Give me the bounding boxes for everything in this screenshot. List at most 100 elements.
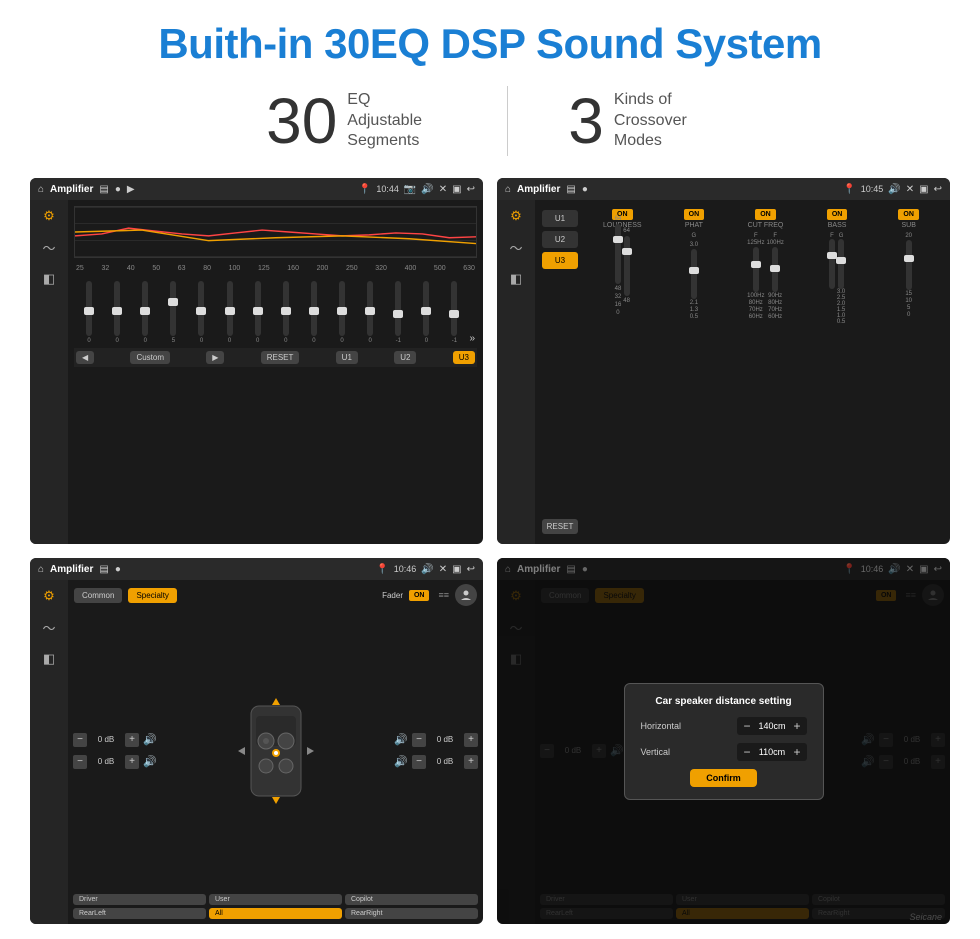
- bass-slider2[interactable]: [838, 239, 844, 289]
- volume-icon-1[interactable]: 🔊: [421, 184, 433, 195]
- rl-plus-btn[interactable]: +: [125, 755, 139, 769]
- camera-icon-1[interactable]: 📷: [404, 184, 416, 195]
- vol-icon-2[interactable]: ◧: [510, 271, 522, 287]
- phat-slider[interactable]: [691, 249, 697, 299]
- fl-plus-btn[interactable]: +: [125, 733, 139, 747]
- eq-slider-track[interactable]: [423, 281, 429, 336]
- eq-icon-1[interactable]: ⚙: [43, 208, 55, 224]
- vertical-minus-btn[interactable]: −: [743, 745, 750, 759]
- all-zone-btn[interactable]: All: [209, 908, 342, 919]
- menu-icon-2[interactable]: ▤: [566, 184, 575, 195]
- wave-icon-2[interactable]: 〜: [509, 238, 522, 257]
- eq-u1-btn[interactable]: U1: [336, 351, 358, 364]
- cutfreq-toggle[interactable]: ON: [755, 209, 776, 220]
- back-icon-3[interactable]: ↩: [467, 564, 475, 575]
- rl-minus-btn[interactable]: −: [73, 755, 87, 769]
- eq-slider-track[interactable]: [170, 281, 176, 336]
- freq-label: 25: [76, 265, 84, 272]
- cutfreq-slider2[interactable]: [772, 247, 778, 292]
- rr-minus-btn[interactable]: −: [412, 755, 426, 769]
- user-zone-btn[interactable]: User: [209, 894, 342, 905]
- fader-toggle[interactable]: ON: [409, 590, 430, 601]
- eq-slider-track[interactable]: [311, 281, 317, 336]
- eq-slider-track[interactable]: [86, 281, 92, 336]
- phat-toggle[interactable]: ON: [684, 209, 705, 220]
- rr-plus-btn[interactable]: +: [464, 755, 478, 769]
- home-icon-2[interactable]: ⌂: [505, 184, 511, 195]
- eq-slider-track[interactable]: [198, 281, 204, 336]
- fl-minus-btn[interactable]: −: [73, 733, 87, 747]
- dsp-reset-btn[interactable]: RESET: [542, 519, 578, 534]
- screen-icon-2[interactable]: ▣: [919, 184, 928, 195]
- copilot-zone-btn[interactable]: Copilot: [345, 894, 478, 905]
- fr-minus-btn[interactable]: −: [412, 733, 426, 747]
- eq-reset-btn[interactable]: RESET: [261, 351, 300, 364]
- dsp-u2-btn[interactable]: U2: [542, 231, 578, 248]
- rearleft-zone-btn[interactable]: RearLeft: [73, 908, 206, 919]
- loudness-slider2[interactable]: [624, 236, 630, 296]
- eq-next-btn[interactable]: ▶: [206, 351, 224, 364]
- eq-slider-track[interactable]: [451, 281, 457, 336]
- eq-slider-track[interactable]: [395, 281, 401, 336]
- wave-icon-1[interactable]: 〜: [42, 238, 55, 257]
- horizontal-minus-btn[interactable]: −: [743, 719, 750, 733]
- driver-zone-btn[interactable]: Driver: [73, 894, 206, 905]
- vol-icon-1[interactable]: ◧: [43, 271, 55, 287]
- eq-slider-track[interactable]: [114, 281, 120, 336]
- stat-block-eq: 30 EQ Adjustable Segments: [206, 89, 507, 153]
- eq-icon-2[interactable]: ⚙: [510, 208, 522, 224]
- dsp-channels: ON LOUDNESS 64 48 32 16 0: [585, 205, 946, 539]
- common-tab[interactable]: Common: [74, 588, 122, 603]
- dialog-box: Car speaker distance setting Horizontal …: [624, 683, 824, 800]
- home-icon-3[interactable]: ⌂: [38, 564, 44, 575]
- cutfreq-slider1[interactable]: [753, 247, 759, 292]
- fr-plus-btn[interactable]: +: [464, 733, 478, 747]
- volume-icon-3[interactable]: 🔊: [421, 564, 433, 575]
- eq-slider-track[interactable]: [255, 281, 261, 336]
- specialty-tabs: Common Specialty Fader ON ≡≡: [68, 580, 483, 610]
- eq-slider-track[interactable]: [227, 281, 233, 336]
- menu-icon-1[interactable]: ▤: [99, 184, 108, 195]
- eq-prev-btn[interactable]: ◀: [76, 351, 94, 364]
- screen-icon-1[interactable]: ▣: [452, 184, 461, 195]
- eq-slider-track[interactable]: [367, 281, 373, 336]
- menu-icon-3[interactable]: ▤: [99, 564, 108, 575]
- close-icon-2[interactable]: ✕: [906, 184, 914, 195]
- loudness-slider[interactable]: [615, 224, 621, 284]
- play-icon-1[interactable]: ▶: [127, 184, 135, 195]
- fader-bars-icon[interactable]: ≡≡: [438, 590, 449, 600]
- eq-slider-track[interactable]: [283, 281, 289, 336]
- sub-label: SUB: [901, 222, 915, 229]
- close-icon-1[interactable]: ✕: [439, 184, 447, 195]
- back-icon-2[interactable]: ↩: [934, 184, 942, 195]
- horizontal-plus-btn[interactable]: +: [793, 719, 800, 733]
- dsp-u1-btn[interactable]: U1: [542, 210, 578, 227]
- stats-row: 30 EQ Adjustable Segments 3 Kinds of Cro…: [30, 86, 950, 156]
- volume-icon-2[interactable]: 🔊: [888, 184, 900, 195]
- eq-u2-btn[interactable]: U2: [394, 351, 416, 364]
- eq-slider-track[interactable]: [142, 281, 148, 336]
- dsp-u3-btn[interactable]: U3: [542, 252, 578, 269]
- vertical-plus-btn[interactable]: +: [793, 745, 800, 759]
- specialty-tab[interactable]: Specialty: [128, 588, 176, 603]
- close-icon-3[interactable]: ✕: [439, 564, 447, 575]
- rearright-zone-btn[interactable]: RearRight: [345, 908, 478, 919]
- bass-slider1[interactable]: [829, 239, 835, 289]
- sub-slider[interactable]: [906, 240, 912, 290]
- profile-icon-btn[interactable]: [455, 584, 477, 606]
- cf2-v2: 90Hz: [768, 293, 782, 299]
- screen-icon-3[interactable]: ▣: [452, 564, 461, 575]
- eq-slider-track[interactable]: [339, 281, 345, 336]
- eq-slider-value: 0: [312, 338, 315, 344]
- wave-icon-3[interactable]: 〜: [42, 618, 55, 637]
- home-icon-1[interactable]: ⌂: [38, 184, 44, 195]
- eq-u3-btn[interactable]: U3: [453, 351, 475, 364]
- bass-toggle[interactable]: ON: [827, 209, 848, 220]
- eq-more-icon[interactable]: »: [470, 333, 476, 344]
- eq-icon-3[interactable]: ⚙: [43, 588, 55, 604]
- sub-toggle[interactable]: ON: [898, 209, 919, 220]
- loudness-label: LOUDNESS: [603, 222, 642, 229]
- confirm-button[interactable]: Confirm: [690, 769, 757, 787]
- back-icon-1[interactable]: ↩: [467, 184, 475, 195]
- vol-icon-3[interactable]: ◧: [43, 651, 55, 667]
